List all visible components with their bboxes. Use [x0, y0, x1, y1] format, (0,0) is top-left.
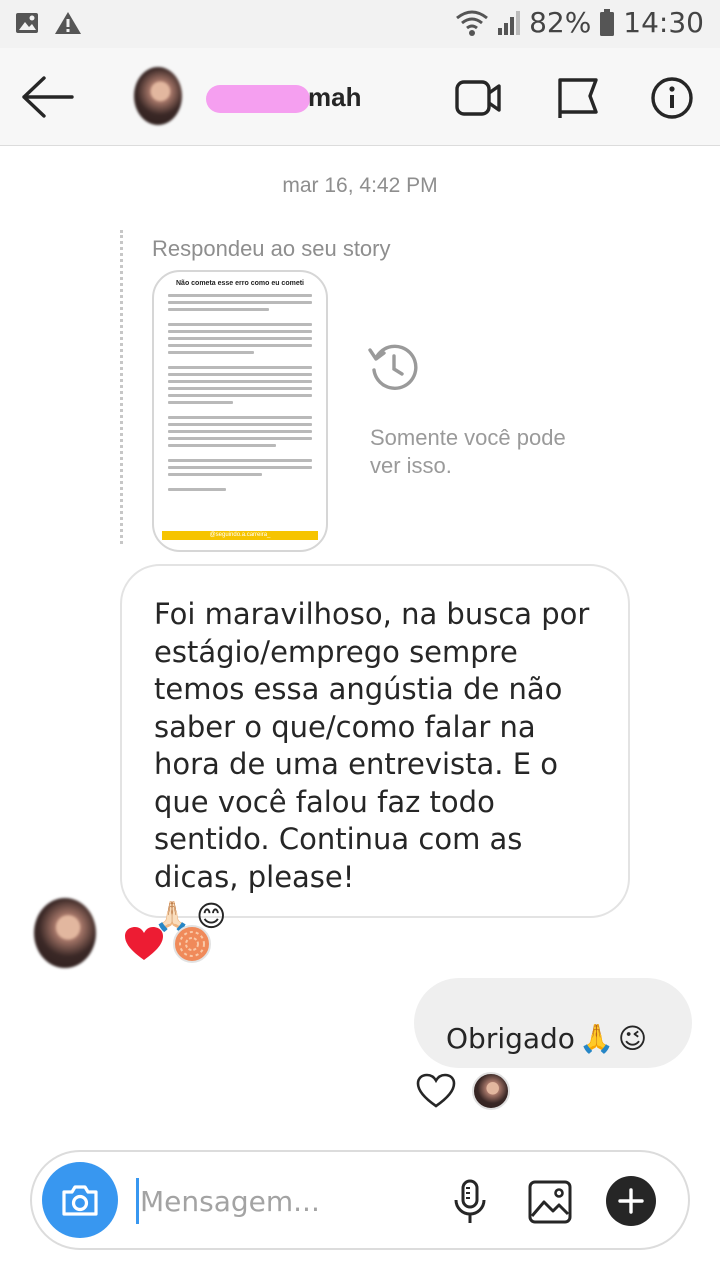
flag-icon[interactable]	[554, 76, 602, 120]
reactor-avatar[interactable]	[472, 1072, 510, 1110]
info-icon[interactable]	[648, 76, 696, 120]
winking-face-emoji: 😉	[617, 1021, 648, 1055]
clock: 14:30	[623, 6, 704, 39]
plus-icon	[618, 1188, 644, 1214]
gallery-notification-icon	[16, 13, 38, 33]
outgoing-message-text: Obrigado	[446, 1021, 575, 1055]
camera-button[interactable]	[42, 1162, 118, 1238]
message-input[interactable]	[136, 1174, 416, 1228]
name-redaction	[206, 85, 310, 114]
outgoing-reactions[interactable]	[416, 1072, 510, 1110]
heart-icon[interactable]	[416, 1073, 456, 1109]
camera-icon	[62, 1185, 98, 1216]
wifi-icon	[456, 10, 488, 36]
microphone-icon[interactable]	[446, 1178, 494, 1226]
message-timestamp: mar 16, 4:42 PM	[282, 174, 438, 197]
story-reply-label: Respondeu ao seu story	[152, 236, 391, 261]
folded-hands-emoji: 🙏	[578, 1021, 614, 1055]
gallery-icon[interactable]	[526, 1178, 574, 1226]
status-bar: 82% 14:30	[0, 0, 720, 48]
battery-icon	[600, 8, 615, 36]
incoming-message-bubble[interactable]: Foi maravilhoso, na busca por estágio/em…	[120, 564, 630, 933]
avatar[interactable]	[134, 67, 182, 125]
reply-thread-line	[120, 230, 123, 544]
chat-header: mah	[0, 48, 720, 146]
outgoing-message-bubble[interactable]: Obrigado 🙏 😉	[414, 978, 692, 1068]
back-arrow-icon[interactable]	[18, 72, 76, 122]
reaction-avatar-icon	[173, 925, 211, 963]
story-text-lines	[168, 294, 312, 495]
incoming-message-text: Foi maravilhoso, na busca por estágio/em…	[154, 597, 590, 894]
add-button[interactable]	[606, 1176, 656, 1226]
warning-notification-icon	[55, 12, 81, 34]
signal-icon	[498, 10, 521, 35]
incoming-reactions[interactable]	[124, 924, 212, 964]
message-composer	[30, 1150, 690, 1250]
story-title: Não cometa esse erro como eu cometi	[176, 280, 304, 287]
video-call-icon[interactable]	[454, 76, 502, 120]
private-note: Somente você pode ver isso.	[370, 425, 566, 478]
heart-reaction-icon	[125, 927, 163, 960]
story-thumbnail[interactable]: Não cometa esse erro como eu cometi @seg…	[152, 270, 328, 552]
user-name[interactable]: mah	[206, 82, 361, 114]
history-icon	[368, 344, 418, 390]
sender-avatar[interactable]	[34, 898, 96, 968]
battery-percent: 82%	[529, 6, 592, 39]
story-footer: @seguindo.a.carreira_	[162, 531, 318, 540]
